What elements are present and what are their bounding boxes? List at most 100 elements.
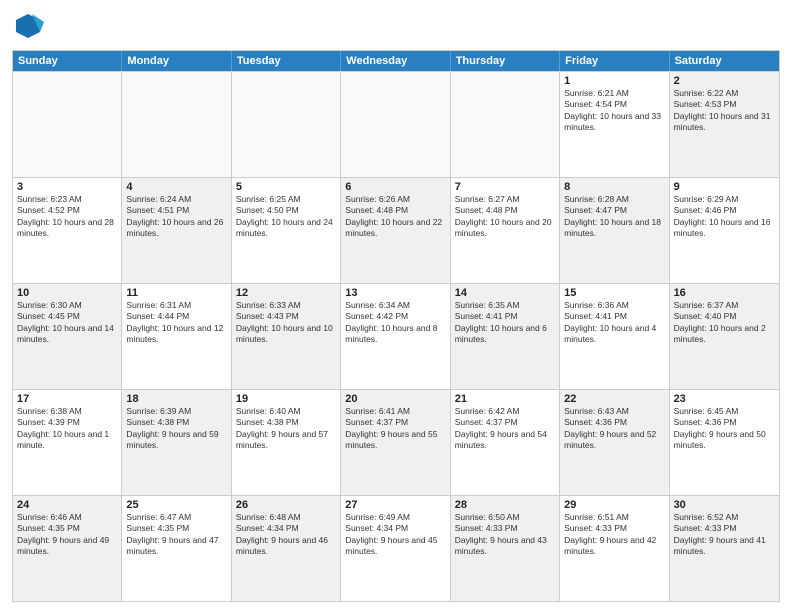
day-detail: Sunrise: 6:24 AM Sunset: 4:51 PM Dayligh… xyxy=(126,194,226,240)
calendar-cell: 10Sunrise: 6:30 AM Sunset: 4:45 PM Dayli… xyxy=(13,284,122,389)
day-number: 1 xyxy=(564,75,664,87)
day-number: 11 xyxy=(126,287,226,299)
day-detail: Sunrise: 6:51 AM Sunset: 4:33 PM Dayligh… xyxy=(564,512,664,558)
calendar-row-2: 10Sunrise: 6:30 AM Sunset: 4:45 PM Dayli… xyxy=(13,283,779,389)
calendar-cell: 26Sunrise: 6:48 AM Sunset: 4:34 PM Dayli… xyxy=(232,496,341,601)
calendar-cell xyxy=(232,72,341,177)
day-detail: Sunrise: 6:21 AM Sunset: 4:54 PM Dayligh… xyxy=(564,88,664,134)
calendar-cell: 14Sunrise: 6:35 AM Sunset: 4:41 PM Dayli… xyxy=(451,284,560,389)
day-detail: Sunrise: 6:49 AM Sunset: 4:34 PM Dayligh… xyxy=(345,512,445,558)
calendar-body: 1Sunrise: 6:21 AM Sunset: 4:54 PM Daylig… xyxy=(13,71,779,601)
header-day-thursday: Thursday xyxy=(451,51,560,71)
day-number: 2 xyxy=(674,75,775,87)
day-number: 25 xyxy=(126,499,226,511)
day-detail: Sunrise: 6:40 AM Sunset: 4:38 PM Dayligh… xyxy=(236,406,336,452)
calendar-cell: 21Sunrise: 6:42 AM Sunset: 4:37 PM Dayli… xyxy=(451,390,560,495)
header-day-sunday: Sunday xyxy=(13,51,122,71)
day-detail: Sunrise: 6:39 AM Sunset: 4:38 PM Dayligh… xyxy=(126,406,226,452)
calendar-cell: 18Sunrise: 6:39 AM Sunset: 4:38 PM Dayli… xyxy=(122,390,231,495)
day-detail: Sunrise: 6:33 AM Sunset: 4:43 PM Dayligh… xyxy=(236,300,336,346)
page: SundayMondayTuesdayWednesdayThursdayFrid… xyxy=(0,0,792,612)
calendar-row-1: 3Sunrise: 6:23 AM Sunset: 4:52 PM Daylig… xyxy=(13,177,779,283)
day-detail: Sunrise: 6:35 AM Sunset: 4:41 PM Dayligh… xyxy=(455,300,555,346)
day-detail: Sunrise: 6:25 AM Sunset: 4:50 PM Dayligh… xyxy=(236,194,336,240)
day-number: 6 xyxy=(345,181,445,193)
calendar-row-0: 1Sunrise: 6:21 AM Sunset: 4:54 PM Daylig… xyxy=(13,71,779,177)
day-number: 21 xyxy=(455,393,555,405)
calendar-cell xyxy=(122,72,231,177)
day-number: 5 xyxy=(236,181,336,193)
header-day-saturday: Saturday xyxy=(670,51,779,71)
calendar-cell: 13Sunrise: 6:34 AM Sunset: 4:42 PM Dayli… xyxy=(341,284,450,389)
day-number: 23 xyxy=(674,393,775,405)
day-detail: Sunrise: 6:46 AM Sunset: 4:35 PM Dayligh… xyxy=(17,512,117,558)
calendar-cell: 19Sunrise: 6:40 AM Sunset: 4:38 PM Dayli… xyxy=(232,390,341,495)
calendar-cell: 24Sunrise: 6:46 AM Sunset: 4:35 PM Dayli… xyxy=(13,496,122,601)
day-number: 24 xyxy=(17,499,117,511)
calendar-cell: 2Sunrise: 6:22 AM Sunset: 4:53 PM Daylig… xyxy=(670,72,779,177)
calendar-cell: 11Sunrise: 6:31 AM Sunset: 4:44 PM Dayli… xyxy=(122,284,231,389)
day-detail: Sunrise: 6:45 AM Sunset: 4:36 PM Dayligh… xyxy=(674,406,775,452)
day-number: 17 xyxy=(17,393,117,405)
header xyxy=(12,10,780,42)
calendar-cell xyxy=(341,72,450,177)
day-detail: Sunrise: 6:38 AM Sunset: 4:39 PM Dayligh… xyxy=(17,406,117,452)
day-detail: Sunrise: 6:37 AM Sunset: 4:40 PM Dayligh… xyxy=(674,300,775,346)
day-number: 4 xyxy=(126,181,226,193)
day-number: 26 xyxy=(236,499,336,511)
day-number: 29 xyxy=(564,499,664,511)
day-number: 14 xyxy=(455,287,555,299)
calendar-cell: 9Sunrise: 6:29 AM Sunset: 4:46 PM Daylig… xyxy=(670,178,779,283)
day-number: 10 xyxy=(17,287,117,299)
calendar-cell xyxy=(13,72,122,177)
day-detail: Sunrise: 6:47 AM Sunset: 4:35 PM Dayligh… xyxy=(126,512,226,558)
day-number: 19 xyxy=(236,393,336,405)
header-day-monday: Monday xyxy=(122,51,231,71)
day-detail: Sunrise: 6:27 AM Sunset: 4:48 PM Dayligh… xyxy=(455,194,555,240)
day-detail: Sunrise: 6:41 AM Sunset: 4:37 PM Dayligh… xyxy=(345,406,445,452)
calendar-cell: 6Sunrise: 6:26 AM Sunset: 4:48 PM Daylig… xyxy=(341,178,450,283)
header-day-tuesday: Tuesday xyxy=(232,51,341,71)
day-number: 28 xyxy=(455,499,555,511)
day-number: 13 xyxy=(345,287,445,299)
header-day-friday: Friday xyxy=(560,51,669,71)
day-number: 7 xyxy=(455,181,555,193)
day-detail: Sunrise: 6:23 AM Sunset: 4:52 PM Dayligh… xyxy=(17,194,117,240)
calendar-cell: 4Sunrise: 6:24 AM Sunset: 4:51 PM Daylig… xyxy=(122,178,231,283)
calendar-cell: 3Sunrise: 6:23 AM Sunset: 4:52 PM Daylig… xyxy=(13,178,122,283)
day-detail: Sunrise: 6:34 AM Sunset: 4:42 PM Dayligh… xyxy=(345,300,445,346)
day-detail: Sunrise: 6:50 AM Sunset: 4:33 PM Dayligh… xyxy=(455,512,555,558)
day-detail: Sunrise: 6:29 AM Sunset: 4:46 PM Dayligh… xyxy=(674,194,775,240)
day-detail: Sunrise: 6:22 AM Sunset: 4:53 PM Dayligh… xyxy=(674,88,775,134)
day-detail: Sunrise: 6:28 AM Sunset: 4:47 PM Dayligh… xyxy=(564,194,664,240)
day-detail: Sunrise: 6:43 AM Sunset: 4:36 PM Dayligh… xyxy=(564,406,664,452)
day-number: 12 xyxy=(236,287,336,299)
calendar-cell xyxy=(451,72,560,177)
calendar-cell: 23Sunrise: 6:45 AM Sunset: 4:36 PM Dayli… xyxy=(670,390,779,495)
day-number: 8 xyxy=(564,181,664,193)
calendar-cell: 22Sunrise: 6:43 AM Sunset: 4:36 PM Dayli… xyxy=(560,390,669,495)
logo-icon xyxy=(12,10,44,42)
day-detail: Sunrise: 6:30 AM Sunset: 4:45 PM Dayligh… xyxy=(17,300,117,346)
calendar: SundayMondayTuesdayWednesdayThursdayFrid… xyxy=(12,50,780,602)
calendar-cell: 17Sunrise: 6:38 AM Sunset: 4:39 PM Dayli… xyxy=(13,390,122,495)
calendar-cell: 20Sunrise: 6:41 AM Sunset: 4:37 PM Dayli… xyxy=(341,390,450,495)
day-number: 22 xyxy=(564,393,664,405)
calendar-cell: 12Sunrise: 6:33 AM Sunset: 4:43 PM Dayli… xyxy=(232,284,341,389)
calendar-cell: 27Sunrise: 6:49 AM Sunset: 4:34 PM Dayli… xyxy=(341,496,450,601)
calendar-cell: 7Sunrise: 6:27 AM Sunset: 4:48 PM Daylig… xyxy=(451,178,560,283)
logo xyxy=(12,10,48,42)
day-number: 18 xyxy=(126,393,226,405)
calendar-row-4: 24Sunrise: 6:46 AM Sunset: 4:35 PM Dayli… xyxy=(13,495,779,601)
calendar-cell: 30Sunrise: 6:52 AM Sunset: 4:33 PM Dayli… xyxy=(670,496,779,601)
day-number: 3 xyxy=(17,181,117,193)
calendar-cell: 25Sunrise: 6:47 AM Sunset: 4:35 PM Dayli… xyxy=(122,496,231,601)
calendar-cell: 28Sunrise: 6:50 AM Sunset: 4:33 PM Dayli… xyxy=(451,496,560,601)
day-number: 20 xyxy=(345,393,445,405)
day-number: 30 xyxy=(674,499,775,511)
day-detail: Sunrise: 6:36 AM Sunset: 4:41 PM Dayligh… xyxy=(564,300,664,346)
calendar-header: SundayMondayTuesdayWednesdayThursdayFrid… xyxy=(13,51,779,71)
calendar-cell: 5Sunrise: 6:25 AM Sunset: 4:50 PM Daylig… xyxy=(232,178,341,283)
day-number: 27 xyxy=(345,499,445,511)
day-number: 16 xyxy=(674,287,775,299)
